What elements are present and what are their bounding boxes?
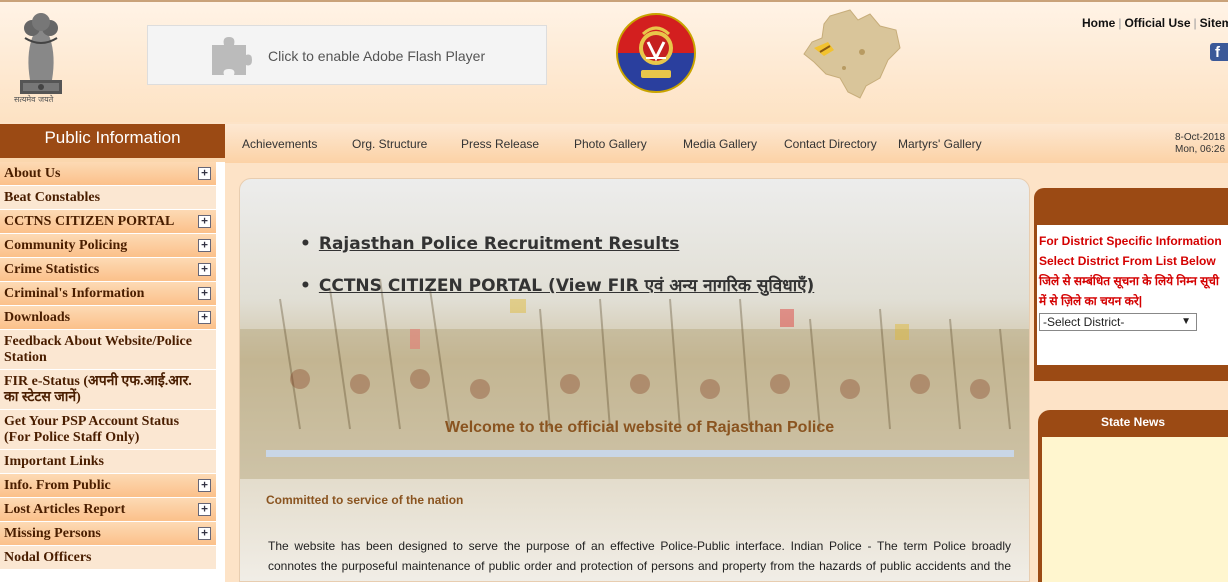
separator: | (1118, 16, 1122, 30)
sidebar-item-label: Important Links (4, 454, 104, 469)
district-panel: For District Specific Information Select… (1034, 188, 1228, 381)
sidebar-item-feedback-about-website-police-station[interactable]: Feedback About Website/Police Station (0, 330, 216, 370)
current-date: 8-Oct-2018 (1175, 132, 1226, 143)
expand-plus-icon[interactable]: + (198, 263, 211, 276)
nav-contact-directory[interactable]: Contact Directory (784, 137, 877, 151)
expand-plus-icon[interactable]: + (198, 503, 211, 516)
sidebar-item-label: Feedback About Website/Police Station (4, 334, 192, 365)
district-instructions-hindi: जिले से सम्बंधित सूचना के लिये निम्न सूच… (1039, 274, 1220, 308)
rajasthan-map-image (803, 9, 901, 99)
district-instructions-english: For District Specific Information Select… (1039, 234, 1222, 268)
expand-plus-icon[interactable]: + (198, 311, 211, 324)
sidebar-item-nodal-officers[interactable]: Nodal Officers (0, 546, 216, 570)
sidebar-title: Public Information (0, 124, 225, 162)
sidebar-item-label: About Us (4, 166, 61, 181)
expand-plus-icon[interactable]: + (198, 527, 211, 540)
site-header: सत्यमेव जयते Click to enable Adobe Flash… (0, 0, 1228, 122)
expand-plus-icon[interactable]: + (198, 215, 211, 228)
state-news-title: State News (1100, 415, 1166, 429)
facebook-icon[interactable]: f (1210, 43, 1228, 61)
district-instructions: For District Specific Information Select… (1039, 231, 1226, 311)
flash-player-placeholder[interactable]: Click to enable Adobe Flash Player (147, 25, 547, 85)
recruitment-results-link[interactable]: Rajasthan Police Recruitment Results (300, 234, 814, 254)
sidebar-item-label: Beat Constables (4, 190, 101, 205)
sidebar-item-crime-statistics[interactable]: Crime Statistics + (0, 258, 216, 282)
flash-enable-text[interactable]: Click to enable Adobe Flash Player (268, 48, 485, 64)
intro-paragraph: The website has been designed to serve t… (268, 539, 1011, 581)
sidebar-item-criminal-s-information[interactable]: Criminal's Information + (0, 282, 216, 306)
top-navigation: Achievements Org. Structure Press Releas… (225, 124, 1228, 163)
home-link[interactable]: Home (1082, 16, 1115, 30)
sidebar-item-community-policing[interactable]: Community Policing + (0, 234, 216, 258)
expand-plus-icon[interactable]: + (198, 479, 211, 492)
rajasthan-police-logo-icon (616, 13, 696, 93)
state-news-panel: State News (1038, 410, 1228, 582)
sidebar-item-beat-constables[interactable]: Beat Constables (0, 186, 216, 210)
district-panel-body: For District Specific Information Select… (1037, 225, 1228, 365)
sidebar-item-label: Downloads (4, 310, 71, 325)
sidebar-menu: About Us + Beat Constables CCTNS CITIZEN PO… (0, 162, 225, 570)
sidebar-item-label: Community Policing (4, 238, 128, 253)
nav-photo-gallery[interactable]: Photo Gallery (574, 137, 647, 151)
sidebar-item-downloads[interactable]: Downloads + (0, 306, 216, 330)
official-use-link[interactable]: Official Use (1124, 16, 1190, 30)
sidebar-item-info-from-public[interactable]: Info. From Public + (0, 474, 216, 498)
sidebar-item-label: CCTNS CITIZEN PORTAL (4, 214, 175, 229)
nav-martyrs-gallery[interactable]: Martyrs' Gallery (898, 137, 982, 151)
sidebar-item-missing-persons[interactable]: Missing Persons + (0, 522, 216, 546)
separator: | (1193, 16, 1197, 30)
sidebar-item-label: Get Your PSP Account Status (For Police … (4, 414, 180, 445)
sidebar-item-label: Lost Articles Report (4, 502, 126, 517)
district-select[interactable]: -Select District- ▼ (1039, 313, 1197, 331)
sidebar-item-lost-articles-report[interactable]: Lost Articles Report + (0, 498, 216, 522)
expand-plus-icon[interactable]: + (198, 167, 211, 180)
sidebar-item-label: Crime Statistics (4, 262, 100, 277)
district-select-value: -Select District- (1043, 315, 1125, 329)
national-emblem-icon (20, 13, 62, 94)
nav-media-gallery[interactable]: Media Gallery (683, 137, 757, 151)
emblem-caption: सत्यमेव जयते (14, 95, 54, 104)
sidebar-item-label: Info. From Public (4, 478, 111, 493)
divider (266, 450, 1014, 457)
sidebar-item-fir-e-status[interactable]: FIR e-Status (अपनी एफ.आई.आर. का स्टेटस ज… (0, 370, 216, 410)
sidebar-item-cctns-citizen-portal[interactable]: CCTNS CITIZEN PORTAL + (0, 210, 216, 234)
nav-org-structure[interactable]: Org. Structure (352, 137, 427, 151)
sidebar-item-label: Missing Persons (4, 526, 101, 541)
sidebar-item-get-your-psp-account-status-for-police-staff-only[interactable]: Get Your PSP Account Status (For Police … (0, 410, 216, 450)
main-content: Rajasthan Police Recruitment Results CCT… (239, 178, 1030, 582)
sitemap-link[interactable]: Sitem (1200, 16, 1228, 30)
state-news-body (1042, 437, 1228, 582)
sidebar: Public Information About Us + Beat Constab… (0, 124, 225, 582)
expand-plus-icon[interactable]: + (198, 287, 211, 300)
sidebar-item-about-us[interactable]: About Us + (0, 162, 216, 186)
tagline: Committed to service of the nation (266, 493, 464, 507)
announcement-links: Rajasthan Police Recruitment Results CCT… (300, 234, 814, 315)
date-time-display: 8-Oct-2018 Mon, 06:26 (1175, 132, 1225, 156)
sidebar-item-important-links[interactable]: Important Links (0, 450, 216, 474)
expand-plus-icon[interactable]: + (198, 239, 211, 252)
sidebar-item-label: Criminal's Information (4, 286, 145, 301)
welcome-heading: Welcome to the official website of Rajas… (445, 419, 835, 436)
sidebar-item-label: FIR e-Status (अपनी एफ.आई.आर. का स्टेटस ज… (4, 374, 192, 405)
nav-achievements[interactable]: Achievements (242, 137, 317, 151)
sidebar-item-label: Nodal Officers (4, 550, 92, 565)
cctns-portal-link[interactable]: CCTNS CITIZEN PORTAL (View FIR एवं अन्य … (300, 273, 814, 296)
top-links: Home|Official Use|Sitem (1082, 16, 1228, 30)
current-time: Mon, 06:26 (1175, 144, 1226, 155)
nav-press-release[interactable]: Press Release (461, 137, 539, 151)
plugin-puzzle-icon (212, 37, 252, 75)
chevron-down-icon: ▼ (1181, 316, 1191, 327)
